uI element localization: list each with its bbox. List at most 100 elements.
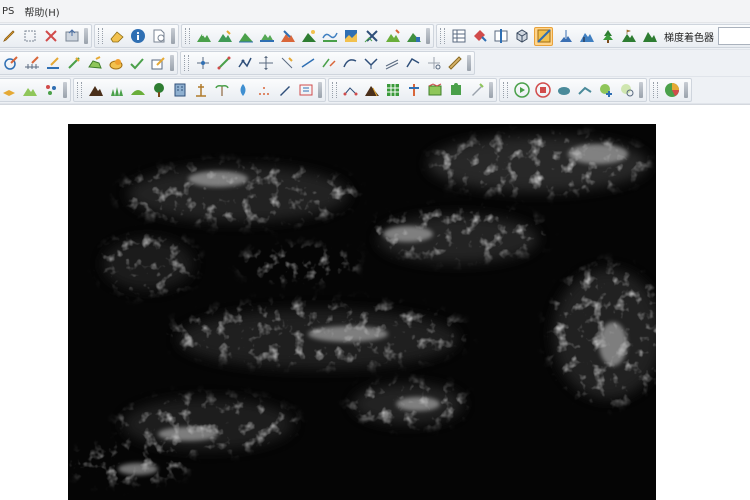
pen-symbol-icon[interactable]	[276, 82, 293, 99]
network-icon[interactable]	[342, 82, 359, 99]
puzzle-icon[interactable]	[447, 82, 464, 99]
raster-map-icon[interactable]	[342, 28, 359, 45]
hill-symbol-icon[interactable]	[129, 82, 146, 99]
pie-chart-icon[interactable]	[663, 82, 680, 99]
play-icon[interactable]	[513, 82, 530, 99]
move-node-icon[interactable]	[215, 55, 232, 72]
mountain-blue-icon[interactable]	[578, 28, 595, 45]
delete-icon[interactable]	[42, 28, 59, 45]
grass-symbol-icon[interactable]	[108, 82, 125, 99]
map-layer-icon[interactable]	[426, 82, 443, 99]
profile-icon[interactable]	[321, 28, 338, 45]
grid-data-icon[interactable]	[384, 82, 401, 99]
toolbar-group-chart	[649, 78, 692, 102]
toolbar-group-nodes	[180, 51, 475, 75]
settings-pen-icon[interactable]	[468, 82, 485, 99]
terrain-slope-icon[interactable]	[237, 28, 254, 45]
menubar: PS 帮助(H)	[0, 0, 750, 23]
toolbar-group-symbols	[73, 78, 326, 102]
delete-node-icon[interactable]	[278, 55, 295, 72]
terrain-aspect-icon[interactable]	[258, 28, 275, 45]
toolbar-row-1: 梯度着色器 ▾	[0, 23, 750, 50]
query-icon[interactable]	[471, 28, 488, 45]
toolbar-group-misc	[0, 78, 71, 102]
dem-raster-image	[68, 124, 656, 500]
cluster-icon[interactable]	[42, 82, 59, 99]
renderer-select[interactable]: 梯度着色器 ▾	[664, 27, 750, 45]
line-pencil-icon[interactable]	[44, 55, 61, 72]
draw-area-icon[interactable]	[86, 55, 103, 72]
toolbar-group-draw	[0, 51, 178, 75]
renderer-select-box[interactable]: ▾	[718, 27, 750, 45]
check-pen-icon[interactable]	[128, 55, 145, 72]
stop-icon[interactable]	[534, 82, 551, 99]
target-pencil-icon[interactable]	[2, 55, 19, 72]
pan-node-icon[interactable]	[257, 55, 274, 72]
layer-settings-icon[interactable]	[618, 82, 635, 99]
dem-map-canvas[interactable]	[68, 124, 656, 500]
add-node-icon[interactable]	[194, 55, 211, 72]
merge-line-icon[interactable]	[362, 55, 379, 72]
export-icon[interactable]	[63, 28, 80, 45]
stretch-render-icon[interactable]	[534, 26, 553, 46]
split-icon[interactable]	[492, 28, 509, 45]
terrain-icon[interactable]	[195, 28, 212, 45]
cloud-icon[interactable]	[107, 55, 124, 72]
select-rectangle-icon[interactable]	[21, 28, 38, 45]
fast-icon[interactable]	[576, 82, 593, 99]
mountain-flag-icon[interactable]	[620, 28, 637, 45]
terrain-color-icon[interactable]	[279, 28, 296, 45]
snap-node-icon[interactable]	[236, 55, 253, 72]
turtle-icon[interactable]	[555, 82, 572, 99]
extend-line-icon[interactable]	[320, 55, 337, 72]
menu-item-ps[interactable]: PS	[2, 6, 14, 17]
split-line-icon[interactable]	[299, 55, 316, 72]
renderer-select-value: 梯度着色器	[664, 32, 714, 44]
mountain-green-icon[interactable]	[641, 28, 658, 45]
toolbar-group-playback	[499, 78, 647, 102]
layer-icon[interactable]	[0, 82, 17, 99]
menu-item-help[interactable]: 帮助(H)	[24, 4, 59, 19]
palm-symbol-icon[interactable]	[213, 82, 230, 99]
mountain-symbol-icon[interactable]	[87, 82, 104, 99]
building-symbol-icon[interactable]	[171, 82, 188, 99]
draw-line-icon[interactable]	[65, 55, 82, 72]
toolbar-group-edit	[0, 24, 92, 48]
table-icon[interactable]	[450, 28, 467, 45]
tree-icon[interactable]	[599, 28, 616, 45]
toolbar-area: 梯度着色器 ▾	[0, 23, 750, 105]
smooth-line-icon[interactable]	[341, 55, 358, 72]
water-drop-icon[interactable]	[234, 82, 251, 99]
tower-data-icon[interactable]	[405, 82, 422, 99]
terrain-edit-icon[interactable]	[216, 28, 233, 45]
edit-node-icon[interactable]	[149, 55, 166, 72]
terrain-analysis-icon[interactable]	[384, 28, 401, 45]
document-icon[interactable]	[150, 28, 167, 45]
toolbar-row-2	[0, 50, 750, 77]
pencil-icon[interactable]	[0, 28, 17, 45]
terrain-shade-icon[interactable]	[300, 28, 317, 45]
trim-line-icon[interactable]	[425, 55, 442, 72]
ruler-icon[interactable]	[446, 55, 463, 72]
terrain-small-icon[interactable]	[21, 82, 38, 99]
dem-icon[interactable]	[363, 82, 380, 99]
cross-section-icon[interactable]	[363, 28, 380, 45]
cube-icon[interactable]	[513, 28, 530, 45]
info-icon[interactable]	[129, 28, 146, 45]
dotted-symbol-icon[interactable]	[255, 82, 272, 99]
frame-symbol-icon[interactable]	[297, 82, 314, 99]
reshape-icon[interactable]	[404, 55, 421, 72]
toolbar-group-terrain	[181, 24, 434, 48]
eraser-icon[interactable]	[108, 28, 125, 45]
mountain-pin-icon[interactable]	[557, 28, 574, 45]
terrain-volume-icon[interactable]	[405, 28, 422, 45]
toolbar-row-3	[0, 77, 750, 104]
add-layer-icon[interactable]	[597, 82, 614, 99]
tree-symbol-icon[interactable]	[150, 82, 167, 99]
grid-pencil-icon[interactable]	[23, 55, 40, 72]
tower-symbol-icon[interactable]	[192, 82, 209, 99]
offset-line-icon[interactable]	[383, 55, 400, 72]
toolbar-group-render: 梯度着色器 ▾	[436, 24, 750, 48]
toolbar-group-network	[328, 78, 497, 102]
toolbar-group-tools	[94, 24, 179, 48]
